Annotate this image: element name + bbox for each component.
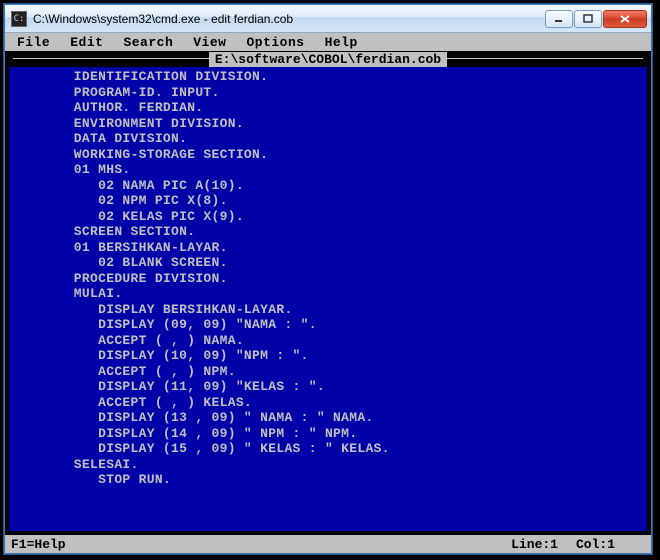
open-file-name: E:\software\COBOL\ferdian.cob xyxy=(209,52,447,67)
editor-frame: File Edit Search View Options Help E:\so… xyxy=(5,33,651,553)
menu-search[interactable]: Search xyxy=(123,35,173,50)
status-line: Line:1 xyxy=(511,537,558,552)
menu-edit[interactable]: Edit xyxy=(70,35,103,50)
close-button[interactable] xyxy=(603,10,647,28)
code-area[interactable]: IDENTIFICATION DIVISION. PROGRAM-ID. INP… xyxy=(5,67,651,535)
statusbar: F1=Help Line:1 Col:1 xyxy=(5,535,651,553)
file-path-bar: E:\software\COBOL\ferdian.cob xyxy=(5,51,651,67)
menu-help[interactable]: Help xyxy=(325,35,358,50)
titlebar[interactable]: C: C:\Windows\system32\cmd.exe - edit fe… xyxy=(5,5,651,33)
status-col: Col:1 xyxy=(576,537,615,552)
menu-view[interactable]: View xyxy=(193,35,226,50)
menu-file[interactable]: File xyxy=(17,35,50,50)
minimize-icon xyxy=(554,14,564,24)
menubar: File Edit Search View Options Help xyxy=(5,33,651,51)
window-controls xyxy=(545,10,647,28)
app-window: C: C:\Windows\system32\cmd.exe - edit fe… xyxy=(4,4,652,554)
cmd-icon: C: xyxy=(11,11,27,27)
menu-options[interactable]: Options xyxy=(246,35,304,50)
minimize-button[interactable] xyxy=(545,10,573,28)
window-title: C:\Windows\system32\cmd.exe - edit ferdi… xyxy=(33,12,545,26)
maximize-icon xyxy=(583,14,593,24)
close-icon xyxy=(619,14,631,24)
status-help: F1=Help xyxy=(11,537,66,552)
maximize-button[interactable] xyxy=(574,10,602,28)
